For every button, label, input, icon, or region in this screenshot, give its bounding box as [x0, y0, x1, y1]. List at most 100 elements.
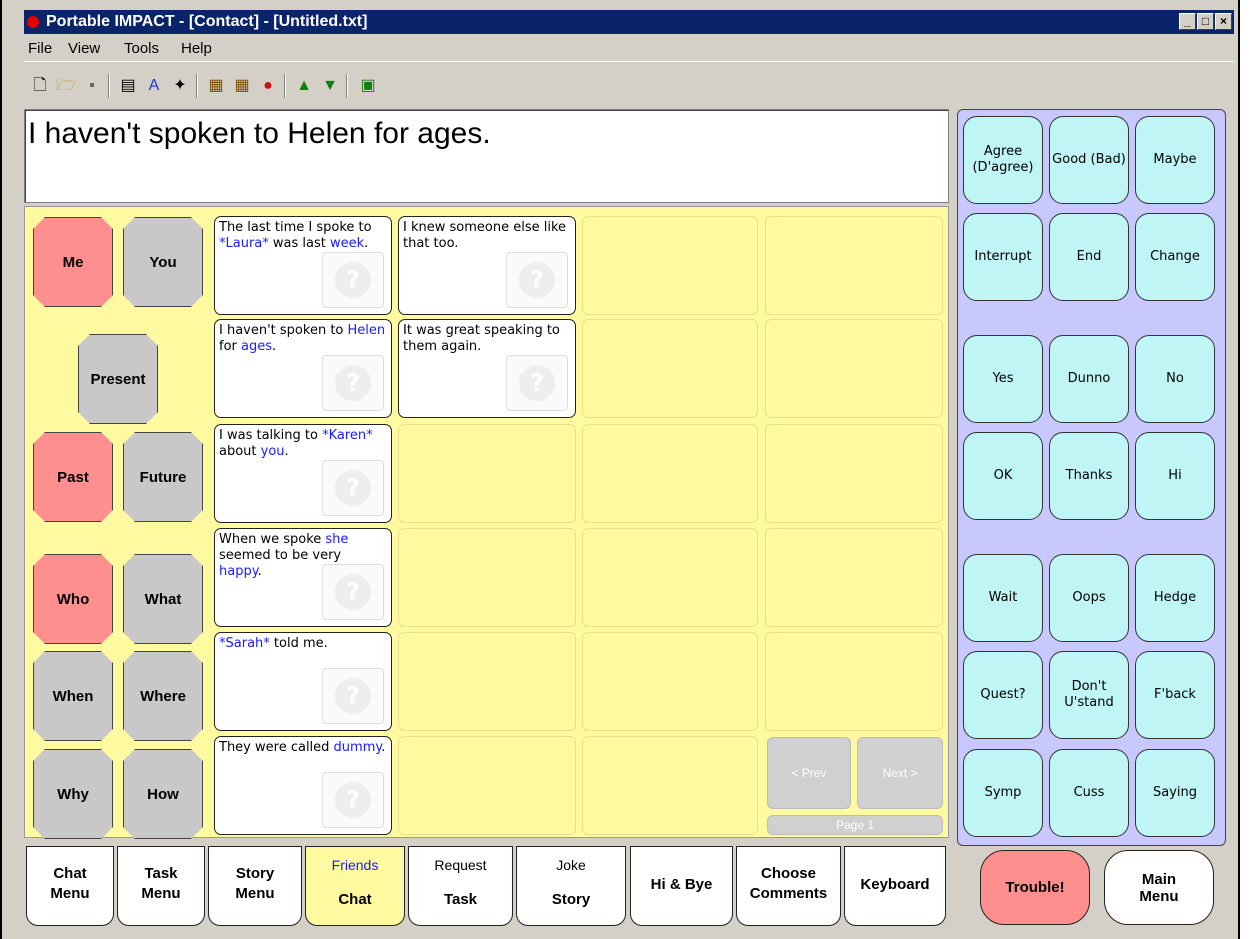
page-edit-icon[interactable]: ▦	[206, 76, 226, 96]
menu-tools[interactable]: Tools	[124, 40, 159, 57]
empty-cell[interactable]	[582, 632, 758, 731]
empty-cell[interactable]	[582, 424, 758, 523]
tab-request-task[interactable]: Request Task	[408, 846, 513, 926]
new-page-icon[interactable]: ✦	[170, 76, 190, 96]
prev-page-button[interactable]: < Prev	[767, 737, 851, 809]
phrase-cell[interactable]: When we spoke she seemed to be very happ…	[214, 528, 392, 627]
message-window[interactable]: I haven't spoken to Helen for ages.	[24, 109, 949, 203]
phrase-cell[interactable]: I haven't spoken to Helen for ages.?	[214, 319, 392, 418]
phrase-cell[interactable]: It was great speaking to them again.?	[398, 319, 576, 418]
comment-button-symp[interactable]: Symp	[963, 749, 1043, 837]
question-image-icon: ?	[322, 460, 384, 516]
comment-button-don-t-u-stand[interactable]: Don't U'stand	[1049, 651, 1129, 739]
empty-cell[interactable]	[398, 736, 576, 835]
phrase-cell[interactable]: *Sarah* told me.?	[214, 632, 392, 731]
tab-choose-comments[interactable]: Choose Comments	[736, 846, 841, 926]
past-button[interactable]: Past	[33, 432, 113, 522]
tab-joke-story[interactable]: Joke Story	[516, 846, 626, 926]
empty-cell[interactable]	[765, 319, 943, 418]
properties-icon[interactable]: ▤	[118, 76, 138, 96]
who-button[interactable]: Who	[33, 554, 113, 644]
comment-button-no[interactable]: No	[1135, 335, 1215, 423]
export-icon[interactable]: ▣	[358, 76, 378, 96]
comment-button-oops[interactable]: Oops	[1049, 554, 1129, 642]
why-button[interactable]: Why	[33, 749, 113, 839]
phrase-text: They were called dummy.	[219, 740, 386, 755]
next-page-button[interactable]: Next >	[857, 737, 943, 809]
present-button[interactable]: Present	[78, 334, 158, 424]
comment-button-thanks[interactable]: Thanks	[1049, 432, 1129, 520]
empty-cell[interactable]	[398, 424, 576, 523]
comment-button-agree-d-agree[interactable]: Agree (D'agree)	[963, 116, 1043, 204]
minimize-button[interactable]: _	[1179, 13, 1196, 30]
menu-file[interactable]: File	[28, 40, 52, 57]
tab-keyboard[interactable]: Keyboard	[844, 846, 946, 926]
you-button[interactable]: You	[123, 217, 203, 307]
main-menu-button[interactable]: Main Menu	[1104, 850, 1214, 925]
empty-cell[interactable]	[582, 736, 758, 835]
empty-cell[interactable]	[398, 632, 576, 731]
when-button[interactable]: When	[33, 651, 113, 741]
font-icon[interactable]: A	[144, 76, 164, 96]
comment-button-saying[interactable]: Saying	[1135, 749, 1215, 837]
comment-button-hedge[interactable]: Hedge	[1135, 554, 1215, 642]
move-up-icon[interactable]: ▲	[294, 76, 314, 96]
comment-button-ok[interactable]: OK	[963, 432, 1043, 520]
trouble-button[interactable]: Trouble!	[980, 850, 1090, 925]
empty-cell[interactable]	[765, 632, 943, 731]
phrase-cell[interactable]: The last time I spoke to *Laura* was las…	[214, 216, 392, 315]
empty-cell[interactable]	[582, 216, 758, 315]
tab-task-menu[interactable]: Task Menu	[117, 846, 205, 926]
comment-button-change[interactable]: Change	[1135, 213, 1215, 301]
comment-button-wait[interactable]: Wait	[963, 554, 1043, 642]
open-folder-icon[interactable]: 🗁	[56, 76, 76, 96]
page-indicator: Page 1	[767, 815, 943, 835]
tab-story-menu[interactable]: Story Menu	[208, 846, 302, 926]
tab-friends-chat[interactable]: Friends Chat	[305, 846, 405, 926]
new-file-icon[interactable]: 🗋	[30, 76, 50, 96]
comment-button-good-bad[interactable]: Good (Bad)	[1049, 116, 1129, 204]
move-down-icon[interactable]: ▼	[320, 76, 340, 96]
comment-button-f-back[interactable]: F'back	[1135, 651, 1215, 739]
empty-cell[interactable]	[398, 528, 576, 627]
how-button[interactable]: How	[123, 749, 203, 839]
comment-button-cuss[interactable]: Cuss	[1049, 749, 1129, 837]
empty-cell[interactable]	[582, 528, 758, 627]
phrase-cell[interactable]: They were called dummy.?	[214, 736, 392, 835]
future-button[interactable]: Future	[123, 432, 203, 522]
phrase-text: I haven't spoken to Helen for ages.	[219, 323, 386, 354]
close-button[interactable]: ×	[1215, 13, 1232, 30]
menu-help[interactable]: Help	[181, 40, 212, 57]
tab-bar: Chat Menu Task Menu Story Menu Friends Chat Requ…	[24, 846, 949, 928]
menu-view[interactable]: View	[68, 40, 100, 57]
comment-button-end[interactable]: End	[1049, 213, 1129, 301]
me-button[interactable]: Me	[33, 217, 113, 307]
empty-cell[interactable]	[765, 424, 943, 523]
comment-button-dunno[interactable]: Dunno	[1049, 335, 1129, 423]
save-icon[interactable]: ▪	[82, 76, 102, 96]
page-copy-icon[interactable]: ▦	[232, 76, 252, 96]
question-image-icon: ?	[322, 772, 384, 828]
question-image-icon: ?	[506, 252, 568, 308]
title-bar: Portable IMPACT - [Contact] - [Untitled.…	[24, 10, 1234, 34]
maximize-button[interactable]: □	[1197, 13, 1214, 30]
question-image-icon: ?	[506, 355, 568, 411]
comment-button-interrupt[interactable]: Interrupt	[963, 213, 1043, 301]
page-delete-icon[interactable]: ●	[258, 76, 278, 96]
tab-hi-bye[interactable]: Hi & Bye	[630, 846, 733, 926]
tab-chat-menu[interactable]: Chat Menu	[26, 846, 114, 926]
question-image-icon: ?	[322, 564, 384, 620]
empty-cell[interactable]	[765, 528, 943, 627]
phrase-cell[interactable]: I knew someone else like that too.?	[398, 216, 576, 315]
empty-cell[interactable]	[582, 319, 758, 418]
empty-cell[interactable]	[765, 216, 943, 315]
what-button[interactable]: What	[123, 554, 203, 644]
where-button[interactable]: Where	[123, 651, 203, 741]
comment-button-yes[interactable]: Yes	[963, 335, 1043, 423]
comment-button-maybe[interactable]: Maybe	[1135, 116, 1215, 204]
comment-button-hi[interactable]: Hi	[1135, 432, 1215, 520]
phrase-text: It was great speaking to them again.	[403, 323, 560, 354]
phrase-text: I was talking to *Karen* about you.	[219, 428, 373, 459]
comment-button-quest[interactable]: Quest?	[963, 651, 1043, 739]
phrase-cell[interactable]: I was talking to *Karen* about you.?	[214, 424, 392, 523]
